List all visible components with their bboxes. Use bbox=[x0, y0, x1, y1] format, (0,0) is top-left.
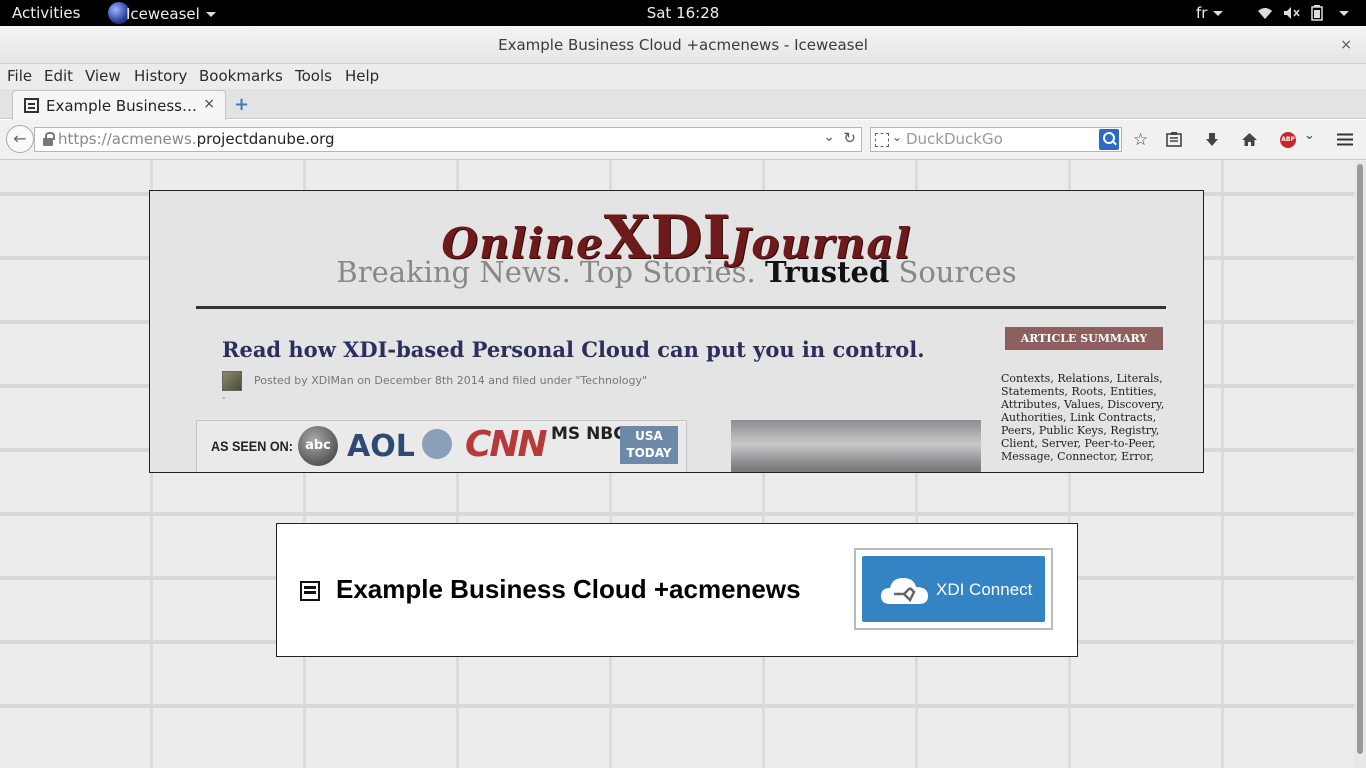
chevron-down-icon[interactable]: ⌄ bbox=[892, 130, 902, 144]
msnbc-logo: MS NBC bbox=[551, 424, 626, 444]
scrollbar-thumb[interactable] bbox=[1357, 164, 1363, 754]
gnome-top-bar: Activities Iceweasel Sat 16:28 fr bbox=[0, 0, 1366, 26]
cbs-eye-logo bbox=[422, 429, 452, 459]
app-menu[interactable]: Iceweasel bbox=[108, 2, 216, 24]
chevron-down-icon bbox=[1213, 11, 1224, 16]
search-bar[interactable]: ⌄ DuckDuckGo bbox=[870, 127, 1122, 152]
url-bar[interactable]: https://acmenews.projectdanube.org ⌄ ↻ bbox=[34, 127, 862, 152]
page-favicon-icon bbox=[24, 98, 39, 113]
url-history-dropdown-icon[interactable]: ⌄ bbox=[823, 129, 835, 145]
author-avatar bbox=[222, 371, 242, 391]
as-seen-on-label: AS SEEN ON: bbox=[211, 438, 293, 454]
tab-close-button[interactable]: × bbox=[203, 96, 215, 112]
url-host: projectdanube.org bbox=[196, 130, 335, 148]
xdi-connect-label: XDI Connect bbox=[936, 580, 1033, 599]
search-icon[interactable] bbox=[1099, 129, 1119, 150]
meta-separator: - bbox=[222, 393, 226, 404]
menu-history[interactable]: History bbox=[134, 67, 187, 85]
cloud-connect-card: Example Business Cloud +acmenews XDI Con… bbox=[276, 523, 1078, 657]
article-photo bbox=[731, 420, 981, 472]
menu-file[interactable]: File bbox=[7, 67, 32, 85]
cloud-card-title: Example Business Cloud +acmenews bbox=[336, 574, 801, 604]
bookmark-star-icon[interactable]: ☆ bbox=[1133, 130, 1148, 150]
activities-button[interactable]: Activities bbox=[12, 4, 80, 22]
menu-bookmarks[interactable]: Bookmarks bbox=[199, 67, 283, 85]
menu-help[interactable]: Help bbox=[345, 67, 379, 85]
home-icon[interactable] bbox=[1241, 132, 1258, 147]
menu-bar: File Edit View History Bookmarks Tools H… bbox=[0, 64, 1366, 89]
window-close-button[interactable]: × bbox=[1340, 26, 1352, 64]
search-placeholder: DuckDuckGo bbox=[906, 130, 1003, 148]
as-seen-on-banner: AS SEEN ON: abc AOL CNN MS NBC USA TODAY bbox=[196, 420, 687, 472]
aol-logo: AOL bbox=[347, 429, 415, 464]
article-meta: Posted by XDIMan on December 8th 2014 an… bbox=[254, 374, 648, 387]
abc-logo: abc bbox=[298, 426, 338, 466]
hamburger-menu-icon[interactable] bbox=[1337, 133, 1353, 146]
menu-tools[interactable]: Tools bbox=[295, 67, 332, 85]
article-summary-header: ARTICLE SUMMARY bbox=[1005, 327, 1163, 350]
battery-icon bbox=[1311, 5, 1323, 21]
window-titlebar[interactable]: Example Business Cloud +acmenews - Icewe… bbox=[0, 26, 1366, 64]
menu-view[interactable]: View bbox=[85, 67, 121, 85]
navigation-toolbar: ← https://acmenews.projectdanube.org ⌄ ↻… bbox=[0, 120, 1366, 160]
tab-active[interactable]: Example Business… × bbox=[12, 90, 226, 120]
chevron-down-icon bbox=[1339, 10, 1349, 16]
tagline: Breaking News. Top Stories. Trusted Sour… bbox=[150, 255, 1203, 289]
back-arrow-icon: ← bbox=[13, 129, 27, 148]
usa-today-logo: USA TODAY bbox=[620, 426, 678, 464]
adblock-menu-chevron-icon[interactable]: ⌄ bbox=[1304, 128, 1315, 143]
reading-list-icon[interactable] bbox=[1166, 132, 1182, 147]
chevron-down-icon bbox=[205, 11, 216, 17]
article-summary-tags: Contexts, Relations, Literals, Statement… bbox=[1001, 372, 1165, 463]
lock-icon bbox=[43, 132, 55, 146]
wifi-icon bbox=[1258, 8, 1272, 19]
list-icon bbox=[300, 581, 320, 601]
tagline-trusted: Trusted bbox=[764, 255, 890, 289]
xdi-connect-button[interactable]: XDI Connect bbox=[854, 548, 1053, 630]
page-viewport: OnlineXDIJournal Breaking News. Top Stor… bbox=[0, 160, 1366, 768]
article-headline[interactable]: Read how XDI-based Personal Cloud can pu… bbox=[222, 337, 925, 362]
adblock-plus-icon[interactable]: ABP bbox=[1280, 132, 1296, 148]
tagline-part-a: Breaking News. Top Stories. bbox=[336, 255, 765, 289]
tagline-part-c: Sources bbox=[889, 255, 1017, 289]
tab-bar: Example Business… × + bbox=[0, 89, 1366, 120]
search-engine-icon[interactable] bbox=[875, 133, 889, 147]
url-scheme: https://acmenews. bbox=[58, 130, 197, 148]
window-title: Example Business Cloud +acmenews - Icewe… bbox=[498, 36, 868, 54]
downloads-icon[interactable] bbox=[1204, 132, 1220, 148]
cloud-plug-icon bbox=[881, 578, 928, 604]
back-button[interactable]: ← bbox=[6, 125, 34, 153]
tab-title: Example Business… bbox=[46, 97, 197, 115]
url-text: https://acmenews.projectdanube.org bbox=[58, 130, 335, 148]
reload-icon[interactable]: ↻ bbox=[843, 129, 856, 147]
new-tab-button[interactable]: + bbox=[234, 94, 249, 115]
system-menu[interactable] bbox=[1257, 5, 1349, 21]
divider bbox=[196, 306, 1166, 309]
journal-preview-card[interactable]: OnlineXDIJournal Breaking News. Top Stor… bbox=[149, 190, 1204, 473]
language-indicator[interactable]: fr bbox=[1196, 4, 1224, 22]
language-label: fr bbox=[1196, 4, 1208, 22]
cnn-logo: CNN bbox=[465, 424, 548, 465]
scrollbar[interactable] bbox=[1354, 160, 1366, 768]
volume-muted-icon bbox=[1284, 7, 1300, 19]
menu-edit[interactable]: Edit bbox=[44, 67, 73, 85]
app-name: Iceweasel bbox=[126, 5, 200, 23]
